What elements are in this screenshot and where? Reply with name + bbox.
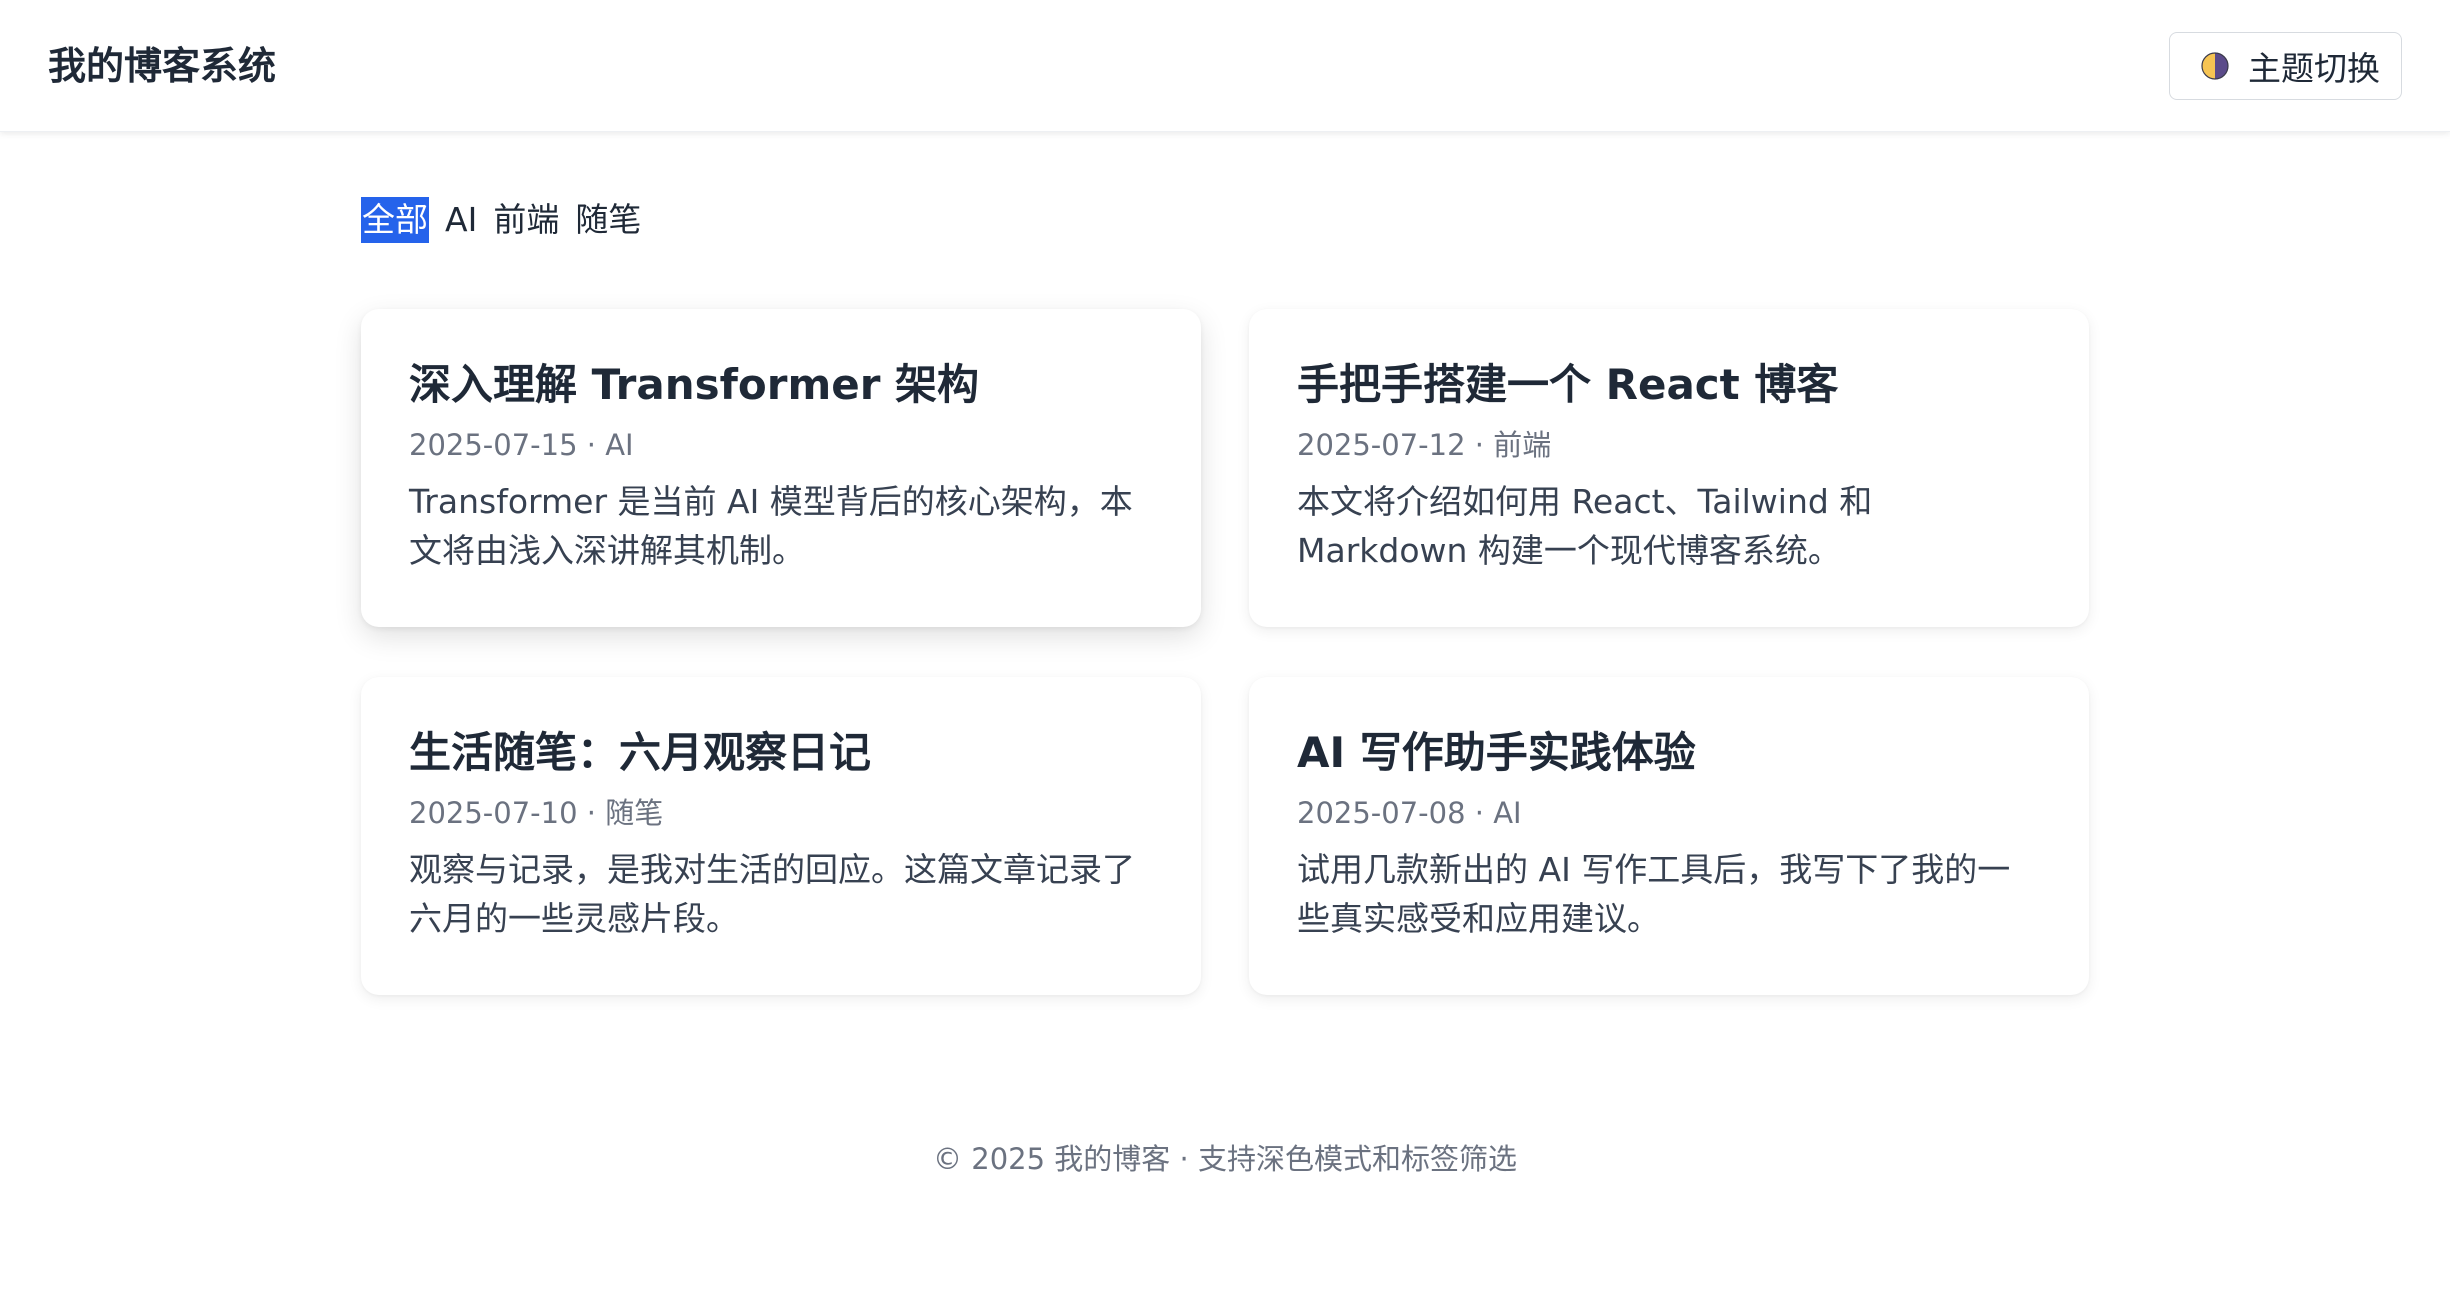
post-tag: AI	[1493, 796, 1522, 830]
post-meta: 2025-07-12 · 前端	[1297, 425, 2041, 465]
post-tag: 随笔	[605, 796, 664, 830]
post-meta: 2025-07-15 · AI	[409, 425, 1153, 465]
post-date: 2025-07-10	[409, 796, 578, 830]
theme-toggle-label: 主题切换	[2248, 50, 2380, 87]
filter-essay[interactable]: 随笔	[575, 197, 641, 243]
post-title[interactable]: AI 写作助手实践体验	[1297, 725, 2041, 781]
post-date: 2025-07-08	[1297, 796, 1466, 830]
post-title[interactable]: 手把手搭建一个 React 博客	[1297, 357, 2041, 413]
meta-separator: ·	[1474, 796, 1484, 830]
post-tag: 前端	[1493, 428, 1552, 462]
post-meta: 2025-07-10 · 随笔	[409, 793, 1153, 833]
site-footer: © 2025 我的博客 · 支持深色模式和标签筛选	[933, 1142, 1517, 1176]
half-moon-theme-icon	[2200, 51, 2230, 81]
meta-separator: ·	[586, 796, 596, 830]
post-card[interactable]: 生活随笔：六月观察日记 2025-07-10 · 随笔 观察与记录，是我对生活的…	[361, 677, 1201, 995]
post-date: 2025-07-12	[1297, 428, 1466, 462]
post-card[interactable]: AI 写作助手实践体验 2025-07-08 · AI 试用几款新出的 AI 写…	[1249, 677, 2089, 995]
meta-separator: ·	[1474, 428, 1484, 462]
post-card[interactable]: 深入理解 Transformer 架构 2025-07-15 · AI Tran…	[361, 309, 1201, 627]
filter-frontend[interactable]: 前端	[493, 197, 559, 243]
site-header: 我的博客系统 主题切换	[0, 0, 2450, 132]
post-title[interactable]: 生活随笔：六月观察日记	[409, 725, 1153, 781]
theme-toggle-button[interactable]: 主题切换	[2169, 32, 2402, 100]
filter-all[interactable]: 全部	[361, 197, 429, 243]
post-excerpt: 观察与记录，是我对生活的回应。这篇文章记录了六月的一些灵感片段。	[409, 850, 1135, 938]
filter-ai[interactable]: AI	[445, 197, 477, 243]
post-title[interactable]: 深入理解 Transformer 架构	[409, 357, 1153, 413]
meta-separator: ·	[586, 428, 596, 462]
post-meta: 2025-07-08 · AI	[1297, 793, 2041, 833]
post-excerpt: 试用几款新出的 AI 写作工具后，我写下了我的一些真实感受和应用建议。	[1297, 850, 2011, 938]
post-excerpt: 本文将介绍如何用 React、Tailwind 和 Markdown 构建一个现…	[1297, 482, 1873, 570]
post-card[interactable]: 手把手搭建一个 React 博客 2025-07-12 · 前端 本文将介绍如何…	[1249, 309, 2089, 627]
post-date: 2025-07-15	[409, 428, 578, 462]
post-tag: AI	[605, 428, 634, 462]
site-title[interactable]: 我的博客系统	[48, 40, 276, 92]
post-excerpt: Transformer 是当前 AI 模型背后的核心架构，本文将由浅入深讲解其机…	[409, 482, 1133, 570]
tag-filter-bar: 全部 AI 前端 随笔	[361, 196, 657, 244]
